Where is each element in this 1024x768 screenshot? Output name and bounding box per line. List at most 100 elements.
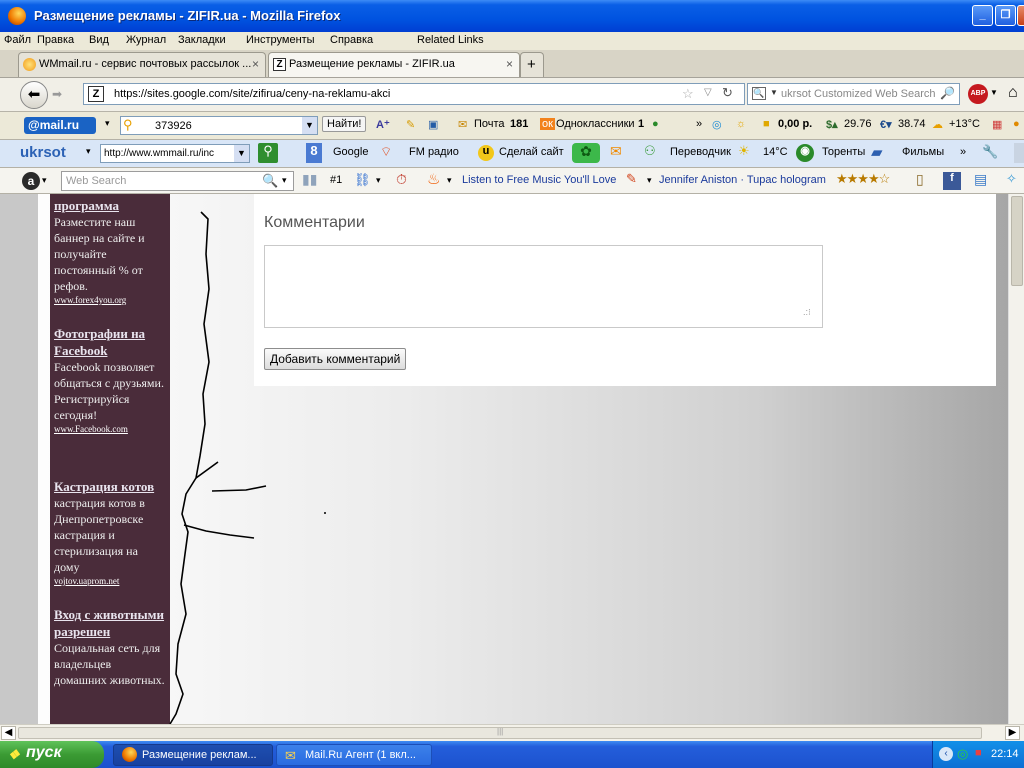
horizontal-scrollbar[interactable]: ◀ ||| ▶ — [0, 724, 1024, 741]
taskbar-item-firefox[interactable]: Размещение реклам... — [113, 744, 273, 766]
tab-wmmail[interactable]: WMmail.ru - сервис почтовых рассылок ...… — [18, 52, 266, 77]
ask-logo-icon[interactable]: a — [22, 172, 40, 190]
adblock-icon[interactable]: ABP — [968, 84, 988, 104]
news-link[interactable]: Jennifer Aniston · Tupac hologram — [659, 174, 826, 186]
mail-agent-tray-icon[interactable]: ◎ — [957, 746, 968, 762]
close-tab-icon[interactable]: × — [252, 57, 259, 71]
torrents-link[interactable]: Торенты — [822, 146, 865, 158]
share-icon[interactable]: ▤ — [974, 171, 987, 188]
ask-search-icon[interactable]: 🔍 — [262, 173, 278, 189]
news-dropdown-icon[interactable]: ▾ — [647, 175, 652, 186]
ask-search-dropdown-icon[interactable]: ▾ — [282, 175, 287, 186]
clock[interactable]: 22:14 — [991, 748, 1019, 760]
free-music-link[interactable]: Listen to Free Music You'll Love — [462, 174, 616, 186]
news-icon[interactable]: ✎ — [626, 171, 637, 187]
mail-icon[interactable]: ✉ — [458, 118, 467, 131]
search-box[interactable]: 🔍 ▼ ukrsot Customized Web Search 🔎 — [747, 83, 960, 105]
films-icon[interactable]: ▰ — [871, 143, 883, 161]
close-tab-icon[interactable]: × — [506, 57, 513, 71]
url-dropdown-icon[interactable]: ▽ — [704, 87, 712, 98]
comment-textarea[interactable] — [264, 245, 823, 328]
games-icon[interactable]: ☼ — [736, 118, 746, 130]
ukrsot-menu-icon[interactable]: ▾ — [86, 146, 91, 157]
ukrsot-url-input[interactable]: http://www.wmmail.ru/inc ▼ — [100, 144, 250, 163]
mailru-search-input[interactable]: ⚲ 373926 ▼ — [120, 116, 318, 135]
agent-icon[interactable]: ● — [652, 118, 659, 130]
translator-link[interactable]: Переводчик — [670, 146, 731, 158]
make-site-link[interactable]: Сделай сайт — [499, 146, 564, 158]
films-link[interactable]: Фильмы — [902, 146, 944, 158]
icq-icon[interactable]: ✿ — [572, 143, 600, 163]
scroll-left-icon[interactable]: ◀ — [1, 726, 16, 740]
mailru-menu-icon[interactable]: ▾ — [105, 118, 110, 129]
clock-icon[interactable]: ⏱ — [396, 171, 407, 188]
font-size-icon[interactable]: A⁺ — [376, 118, 390, 131]
google-icon[interactable]: 8 — [306, 143, 322, 163]
tray-expand-icon[interactable]: ‹ — [939, 747, 953, 761]
rank-label[interactable]: #1 — [330, 174, 342, 186]
ask-search-input[interactable]: Web Search 🔍 ▾ — [61, 171, 294, 191]
odnoklassniki-label[interactable]: Одноклассники — [556, 118, 635, 130]
overflow-chevron-icon[interactable]: » — [960, 146, 966, 158]
resize-grip-icon[interactable]: .:⁝ — [803, 307, 811, 318]
vertical-scroll-thumb[interactable] — [1011, 196, 1023, 286]
reload-icon[interactable]: ↻ — [722, 85, 733, 101]
taskbar-item-mailru-agent[interactable]: ✉ Mail.Ru Агент (1 вкл... — [276, 744, 432, 766]
menu-view[interactable]: Вид — [89, 34, 109, 46]
menu-help[interactable]: Справка — [330, 34, 373, 46]
menu-tools[interactable]: Инструменты — [246, 34, 315, 46]
weather-temp[interactable]: +13°C — [949, 118, 980, 130]
menu-file[interactable]: Файл — [4, 34, 31, 46]
menu-history[interactable]: Журнал — [126, 34, 166, 46]
link-dropdown-icon[interactable]: ▾ — [376, 175, 381, 186]
search-go-icon[interactable]: 🔎 — [940, 86, 955, 100]
add-comment-button[interactable]: Добавить комментарий — [264, 348, 407, 370]
menu-bookmarks[interactable]: Закладки — [178, 34, 226, 46]
page-icon[interactable]: ▣ — [428, 118, 438, 131]
usd-rate[interactable]: 29.76 — [844, 118, 872, 130]
notepad-icon[interactable]: ▯ — [916, 171, 924, 188]
ask-menu-icon[interactable]: ▾ — [42, 175, 47, 186]
settings-icon[interactable]: ✧ — [1006, 171, 1017, 187]
translator-icon[interactable]: ⚇ — [644, 143, 656, 159]
rating-stars-icon[interactable]: ★★★★☆ — [836, 171, 890, 187]
mail-envelope-icon[interactable]: ✉ — [610, 143, 622, 160]
mail-label[interactable]: Почта — [474, 118, 505, 130]
google-link[interactable]: Google — [333, 146, 368, 158]
bookmark-star-icon[interactable]: ☆ — [682, 86, 694, 102]
minimize-button[interactable]: _ — [972, 5, 993, 26]
overflow-chevron-icon[interactable]: » — [696, 118, 702, 130]
forward-button[interactable]: ➡ — [52, 87, 62, 101]
site-identity-icon[interactable]: Z — [88, 86, 104, 102]
money-balance[interactable]: 0,00 р. — [778, 118, 812, 130]
restore-button[interactable]: ❐ — [995, 5, 1016, 26]
adblock-dropdown-icon[interactable]: ▼ — [990, 88, 998, 97]
menu-related-links[interactable]: Related Links — [417, 34, 484, 46]
wallet-icon[interactable]: ■ — [763, 118, 770, 130]
ukrsot-search-icon[interactable]: ⚲ — [258, 143, 278, 163]
back-button[interactable]: ⬅ — [20, 81, 48, 109]
engine-dropdown-icon[interactable]: ▼ — [770, 88, 778, 97]
url-bar[interactable]: Z https://sites.google.com/site/zifirua/… — [83, 83, 745, 105]
torrents-icon[interactable]: ◉ — [796, 144, 814, 162]
language-tray-icon[interactable]: ■ — [975, 747, 982, 759]
mailru-find-button[interactable]: Найти! — [322, 116, 367, 132]
new-tab-button[interactable]: + — [520, 52, 544, 77]
link-icon[interactable]: ⛓ — [354, 172, 371, 188]
mailru-logo[interactable]: @mail.ru — [24, 117, 96, 134]
puzzle-icon[interactable]: ▦ — [992, 118, 1002, 131]
title-bar[interactable]: Размещение рекламы - ZIFIR.ua - Mozilla … — [0, 0, 1024, 32]
highlight-icon[interactable]: ✎ — [406, 118, 415, 131]
start-button[interactable]: ❖ пуск — [0, 741, 104, 768]
stats-bars-icon[interactable]: ▮▮ — [302, 171, 317, 188]
more-icon[interactable]: ● — [1013, 118, 1020, 130]
menu-edit[interactable]: Правка — [37, 34, 74, 46]
close-button[interactable] — [1017, 5, 1024, 26]
ukrsot-logo[interactable]: ukrsot — [20, 144, 66, 161]
home-icon[interactable]: ⌂ — [1008, 84, 1018, 102]
vertical-scrollbar[interactable] — [1008, 194, 1024, 724]
wrench-icon[interactable]: 🔧 — [982, 144, 998, 160]
ukrsot-temp[interactable]: 14°C — [763, 146, 788, 158]
ucoz-icon[interactable]: u — [478, 145, 494, 161]
facebook-icon[interactable]: f — [943, 172, 961, 190]
